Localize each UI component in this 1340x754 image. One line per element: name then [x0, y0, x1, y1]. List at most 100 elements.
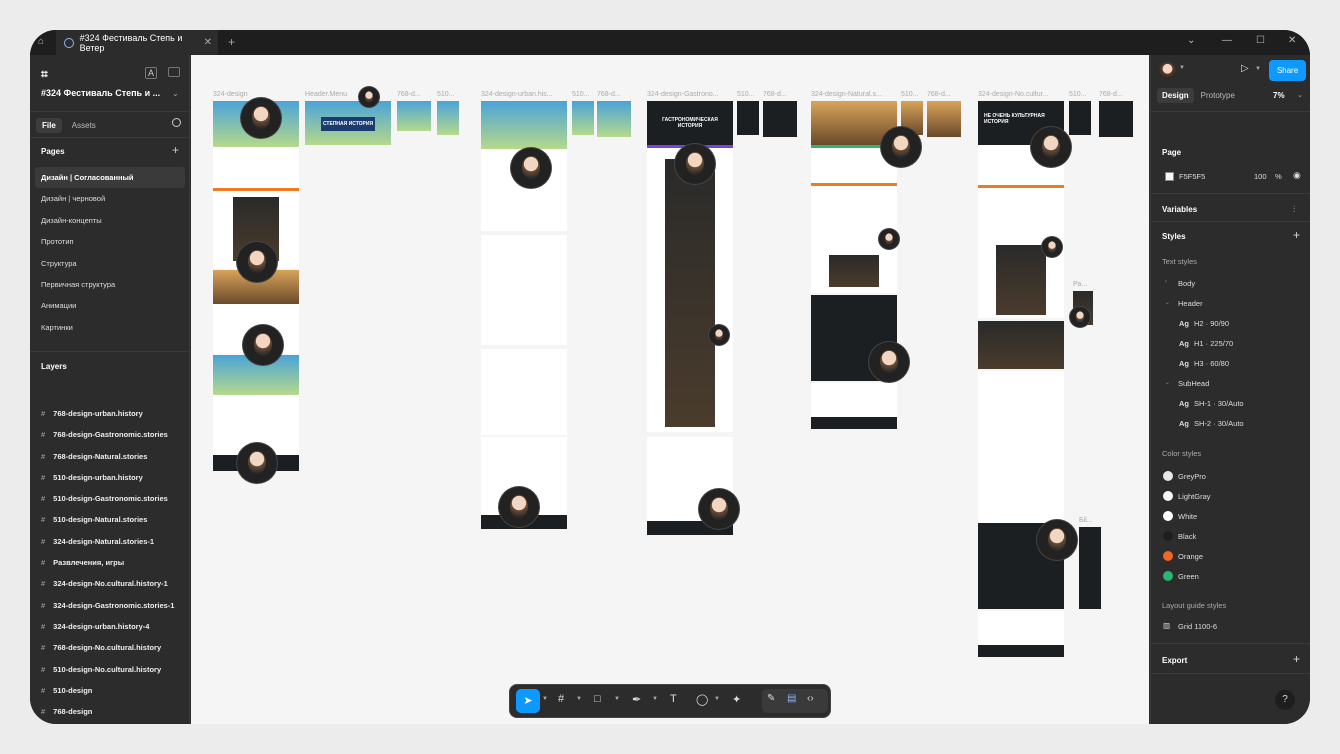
- text-style-item[interactable]: H3 · 60/80: [1194, 359, 1229, 368]
- search-icon[interactable]: [172, 118, 181, 127]
- chevron-down-icon[interactable]: ▼: [1179, 65, 1185, 71]
- export-title[interactable]: Export: [1162, 656, 1187, 665]
- layer-item[interactable]: #324-design-Natural.stories-1: [41, 531, 187, 552]
- text-style-item[interactable]: SH-1 · 30/Auto: [1194, 399, 1244, 408]
- small-frame[interactable]: [1079, 527, 1101, 609]
- layer-item[interactable]: #768-design-Gastronomic.stories: [41, 424, 187, 445]
- collaborator-avatar[interactable]: [1031, 127, 1071, 167]
- layer-item[interactable]: #768-design: [41, 701, 187, 722]
- text-tool-icon[interactable]: T: [670, 693, 677, 705]
- layer-item[interactable]: #510-design-urban.history: [41, 467, 187, 488]
- page-item[interactable]: Анимации: [35, 295, 185, 316]
- chevron-down-icon[interactable]: ⌄: [172, 89, 179, 98]
- frame-label[interactable]: 324-design-No.cultur...: [978, 91, 1048, 98]
- small-frame[interactable]: [437, 101, 459, 135]
- small-frame[interactable]: [1069, 101, 1091, 135]
- comment-tool-icon[interactable]: ◯: [696, 693, 708, 706]
- collaborator-avatar[interactable]: [359, 87, 379, 107]
- color-style-name[interactable]: Orange: [1178, 552, 1203, 561]
- dev-mode-icon[interactable]: ‹›: [807, 693, 814, 704]
- new-tab-button[interactable]: +: [228, 35, 235, 49]
- frame-label[interactable]: 324-design-urban.his...: [481, 91, 553, 98]
- chevron-down-icon[interactable]: ▼: [1255, 66, 1261, 72]
- small-frame[interactable]: [597, 101, 631, 137]
- canvas[interactable]: 324-design Header.Menu СТЕПНАЯ ИСТОРИЯ 7…: [191, 55, 1149, 724]
- small-frame[interactable]: [1099, 101, 1133, 137]
- collaborator-avatar[interactable]: [243, 325, 283, 365]
- tab-prototype[interactable]: Prototype: [1196, 88, 1240, 103]
- color-style-name[interactable]: Black: [1178, 532, 1196, 541]
- present-icon[interactable]: ▷: [1241, 63, 1249, 74]
- layer-item[interactable]: # Развлечения, игры: [41, 552, 187, 573]
- color-swatch[interactable]: [1163, 571, 1173, 581]
- sliders-icon[interactable]: ⫶: [1293, 204, 1295, 215]
- color-swatch[interactable]: [1163, 471, 1173, 481]
- text-style-item[interactable]: SH-2 · 30/Auto: [1194, 419, 1244, 428]
- small-frame[interactable]: [397, 101, 431, 131]
- chevron-down-icon[interactable]: ⌄: [1165, 299, 1170, 306]
- frame-label[interactable]: Бil...: [1079, 517, 1093, 524]
- color-style-name[interactable]: White: [1178, 512, 1197, 521]
- layer-item[interactable]: #768-design-urban.history: [41, 403, 187, 424]
- chevron-down-icon[interactable]: ⌄: [1165, 379, 1170, 386]
- collaborator-avatar[interactable]: [511, 148, 551, 188]
- layer-item[interactable]: #324-design-Gastronomic.stories-1: [41, 595, 187, 616]
- text-style-item[interactable]: H1 · 225/70: [1194, 339, 1233, 348]
- frame-label[interactable]: 324-design-Gastrono...: [647, 91, 719, 98]
- small-frame[interactable]: [763, 101, 797, 137]
- page-item[interactable]: Первичная структура: [35, 274, 185, 295]
- frame-label[interactable]: 510...: [737, 91, 755, 98]
- color-style-name[interactable]: GreyPro: [1178, 472, 1206, 481]
- page-item[interactable]: Картинки: [35, 317, 185, 338]
- frame-label[interactable]: 768-d...: [763, 91, 787, 98]
- color-style-name[interactable]: Green: [1178, 572, 1199, 581]
- collaborator-avatar[interactable]: [237, 443, 277, 483]
- page-color-swatch[interactable]: [1165, 172, 1174, 181]
- tab-assets[interactable]: Assets: [66, 118, 102, 133]
- layer-item[interactable]: #510-design-No.cultural.history: [41, 659, 187, 680]
- collaborator-avatar[interactable]: [241, 98, 281, 138]
- small-frame[interactable]: [927, 101, 961, 137]
- layer-item[interactable]: #324-design-urban.history-4: [41, 616, 187, 637]
- color-swatch[interactable]: [1163, 491, 1173, 501]
- text-style-group[interactable]: Body: [1178, 279, 1195, 288]
- draw-mode-icon[interactable]: ✎: [767, 693, 775, 704]
- frame-label[interactable]: Ра...: [1073, 281, 1087, 288]
- help-button[interactable]: ?: [1275, 690, 1295, 710]
- color-style-name[interactable]: LightGray: [1178, 492, 1211, 501]
- text-style-group[interactable]: SubHead: [1178, 379, 1209, 388]
- collaborator-avatar[interactable]: [869, 342, 909, 382]
- collaborator-avatar[interactable]: [699, 489, 739, 529]
- text-style-item[interactable]: H2 · 90/90: [1194, 319, 1229, 328]
- add-page-button[interactable]: +: [172, 143, 179, 157]
- tab-file[interactable]: File: [36, 118, 62, 133]
- eye-icon[interactable]: ◉: [1293, 170, 1301, 181]
- variables-title[interactable]: Variables: [1162, 205, 1197, 214]
- page-item[interactable]: Дизайн-концепты: [35, 210, 185, 231]
- chevron-down-icon[interactable]: ▼: [542, 696, 548, 702]
- chevron-down-icon[interactable]: ⌄: [1187, 35, 1195, 46]
- move-tool-icon[interactable]: ➤: [516, 689, 540, 713]
- frame-label[interactable]: 510...: [901, 91, 919, 98]
- frame-label[interactable]: 324-design: [213, 91, 248, 98]
- pen-tool-icon[interactable]: ✒: [632, 693, 641, 706]
- grid-style-item[interactable]: Grid 1100-6: [1178, 622, 1217, 631]
- color-swatch[interactable]: [1163, 551, 1173, 561]
- layer-item[interactable]: #510-design-Gastronomic.stories: [41, 488, 187, 509]
- collaborator-avatar[interactable]: [879, 229, 899, 249]
- layer-item[interactable]: #768-design-Natural.stories: [41, 446, 187, 467]
- hero-frame[interactable]: [481, 101, 567, 149]
- sidebar-toggle-icon[interactable]: [168, 67, 180, 77]
- chevron-right-icon[interactable]: ›: [1165, 279, 1167, 285]
- collaborator-avatar[interactable]: [1042, 237, 1062, 257]
- close-tab-icon[interactable]: ✕: [204, 37, 212, 48]
- frame-label[interactable]: 768-d...: [597, 91, 621, 98]
- page-opacity-value[interactable]: 100: [1254, 172, 1267, 181]
- chevron-down-icon[interactable]: ▼: [714, 696, 720, 702]
- design-mode-icon[interactable]: ▤: [787, 693, 796, 704]
- small-frame[interactable]: [737, 101, 759, 135]
- collaborator-avatar[interactable]: [237, 242, 277, 282]
- page-item[interactable]: Дизайн | Согласованный: [35, 167, 185, 189]
- chevron-down-icon[interactable]: ▼: [614, 696, 620, 702]
- text-style-group[interactable]: Header: [1178, 299, 1203, 308]
